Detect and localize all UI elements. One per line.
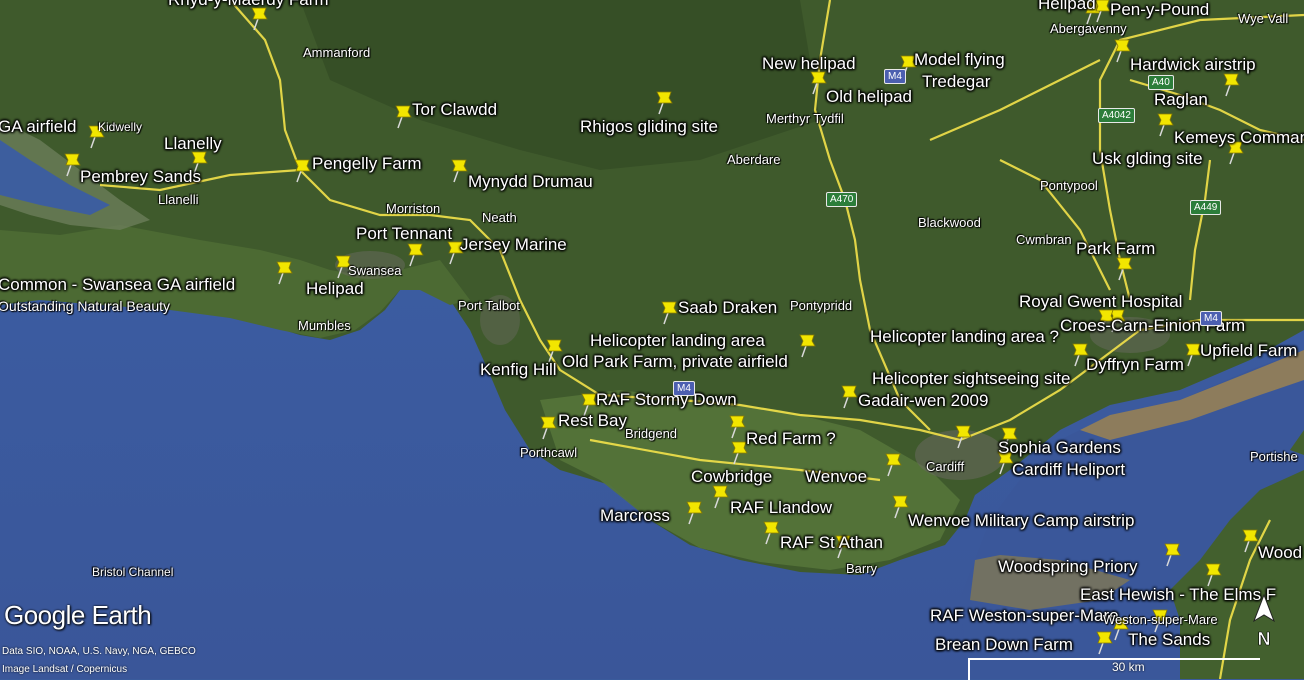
placemark-label[interactable]: Woodspring Priory — [998, 557, 1138, 577]
placemark-label[interactable]: Old helipad — [826, 87, 912, 107]
placemark-label[interactable]: Marcross — [600, 506, 670, 526]
placemark-label[interactable]: Rest Bay — [558, 411, 627, 431]
town-label: Llanelli — [158, 192, 199, 207]
placemark-label[interactable]: Cowbridge — [691, 467, 772, 487]
town-label: Port Talbot — [458, 298, 520, 313]
placemark-label[interactable]: Helipad — [1038, 0, 1096, 14]
town-label: Swansea — [348, 263, 402, 278]
town-label: Cwmbran — [1016, 232, 1072, 247]
road-shield: M4 — [884, 69, 906, 84]
town-label: Porthcawl — [520, 445, 578, 460]
placemark-label[interactable]: Saab Draken — [678, 298, 777, 318]
placemark-label[interactable]: Sophia Gardens — [998, 438, 1121, 458]
placemark-label[interactable]: Rhyd-y-Maerdy Farm — [168, 0, 329, 10]
town-label: Bristol Channel — [92, 565, 174, 579]
placemark-label[interactable]: Wenvoe Military Camp airstrip — [908, 511, 1134, 531]
town-label: Morriston — [386, 201, 441, 216]
road-shield: A4042 — [1098, 108, 1135, 123]
placemark-label[interactable]: Cardiff Heliport — [1012, 460, 1125, 480]
placemark-label[interactable]: Llanelly — [164, 134, 222, 154]
placemark-label[interactable]: The Sands — [1128, 630, 1210, 650]
placemark-label[interactable]: RAF Stormy Down — [596, 390, 737, 410]
town-label: Wye Vall — [1238, 11, 1289, 26]
placemark-label[interactable]: Kemeys Commander — [1174, 128, 1304, 148]
placemark-label[interactable]: Pengelly Farm — [312, 154, 422, 174]
compass-letter: N — [1258, 629, 1271, 649]
google-earth-logo: Google Earth — [4, 600, 152, 630]
town-label: Neath — [482, 210, 517, 225]
placemark-label[interactable]: Mynydd Drumau — [468, 172, 593, 192]
attribution-line: Data SIO, NOAA, U.S. Navy, NGA, GEBCO — [2, 646, 196, 657]
placemark-label[interactable]: RAF Llandow — [730, 498, 832, 518]
placemark-label[interactable]: Usk glding site — [1092, 149, 1203, 169]
road-shield: M4 — [1200, 311, 1222, 326]
placemark-label[interactable]: Upfield Farm — [1200, 341, 1297, 361]
town-label: Kidwelly — [98, 120, 143, 134]
placemark-label[interactable]: RAF St Athan — [780, 533, 883, 553]
placemark-label[interactable]: Dyffryn Farm — [1086, 355, 1184, 375]
placemark-label[interactable]: Common - Swansea GA airfield — [0, 275, 235, 295]
placemark-label[interactable]: New helipad — [762, 54, 856, 74]
town-label: Abergavenny — [1050, 21, 1127, 36]
north-compass-icon[interactable]: N — [1250, 593, 1278, 651]
placemark-label[interactable]: Tor Clawdd — [412, 100, 497, 120]
town-label: Merthyr Tydfil — [766, 111, 844, 126]
placemark-label[interactable]: Old Park Farm, private airfield — [562, 352, 788, 372]
placemark-label[interactable]: Pen-y-Pound — [1110, 0, 1209, 20]
placemark-label[interactable]: Wood — [1258, 543, 1302, 563]
placemark-label[interactable]: Jersey Marine — [460, 235, 567, 255]
town-label: Pontypridd — [790, 298, 853, 313]
town-label: Mumbles — [298, 318, 351, 333]
town-label: Pontypool — [1040, 178, 1098, 193]
road-shield: A449 — [1190, 200, 1222, 215]
placemark-label[interactable]: Pembrey Sands — [80, 167, 201, 187]
placemark-label[interactable]: RAF Weston-super-Mare — [930, 606, 1119, 626]
placemark-label[interactable]: Gadair-wen 2009 — [858, 391, 988, 411]
placemark-label[interactable]: Raglan — [1154, 90, 1208, 110]
road-shield: A40 — [1148, 75, 1174, 90]
town-label: Cardiff — [926, 459, 965, 474]
placemark-label[interactable]: Helipad — [306, 279, 364, 299]
placemark-label[interactable]: Brean Down Farm — [935, 635, 1073, 655]
road-shield: M4 — [673, 381, 695, 396]
placemark-label[interactable]: Kenfig Hill — [480, 360, 557, 380]
placemark-label[interactable]: Tredegar — [922, 72, 990, 92]
road-shield: A470 — [826, 192, 858, 207]
town-label: Weston-super-Mare — [1103, 612, 1218, 627]
placemark-label[interactable]: Rhigos gliding site — [580, 117, 718, 137]
placemark-label[interactable]: East Hewish - The Elms F — [1080, 585, 1276, 605]
town-label: Portishe — [1250, 449, 1298, 464]
placemark-label[interactable]: Helicopter landing area — [590, 331, 765, 351]
town-label: Bridgend — [625, 426, 678, 441]
placemark-label[interactable]: GA airfield — [0, 117, 76, 137]
placemark-label[interactable]: Royal Gwent Hospital — [1019, 292, 1182, 312]
placemark-label[interactable]: Model flying — [914, 50, 1005, 70]
placemark-label[interactable]: Hardwick airstrip — [1130, 55, 1256, 75]
placemark-label[interactable]: Helicopter sightseeing site — [872, 369, 1070, 389]
town-label: Barry — [846, 561, 878, 576]
placemark-label[interactable]: Port Tennant — [356, 224, 452, 244]
placemark-label[interactable]: Wenvoe — [805, 467, 867, 487]
town-label: Blackwood — [918, 215, 981, 230]
placemark-label[interactable]: Park Farm — [1076, 239, 1155, 259]
placemark-label[interactable]: Helicopter landing area ? — [870, 327, 1059, 347]
placemark-label[interactable]: Red Farm ? — [746, 429, 836, 449]
town-label: Ammanford — [303, 45, 371, 60]
attribution-line: Image Landsat / Copernicus — [2, 664, 128, 675]
town-label: Aberdare — [727, 152, 781, 167]
scale-label: 30 km — [1112, 660, 1145, 674]
town-label: Outstanding Natural Beauty — [0, 298, 170, 314]
